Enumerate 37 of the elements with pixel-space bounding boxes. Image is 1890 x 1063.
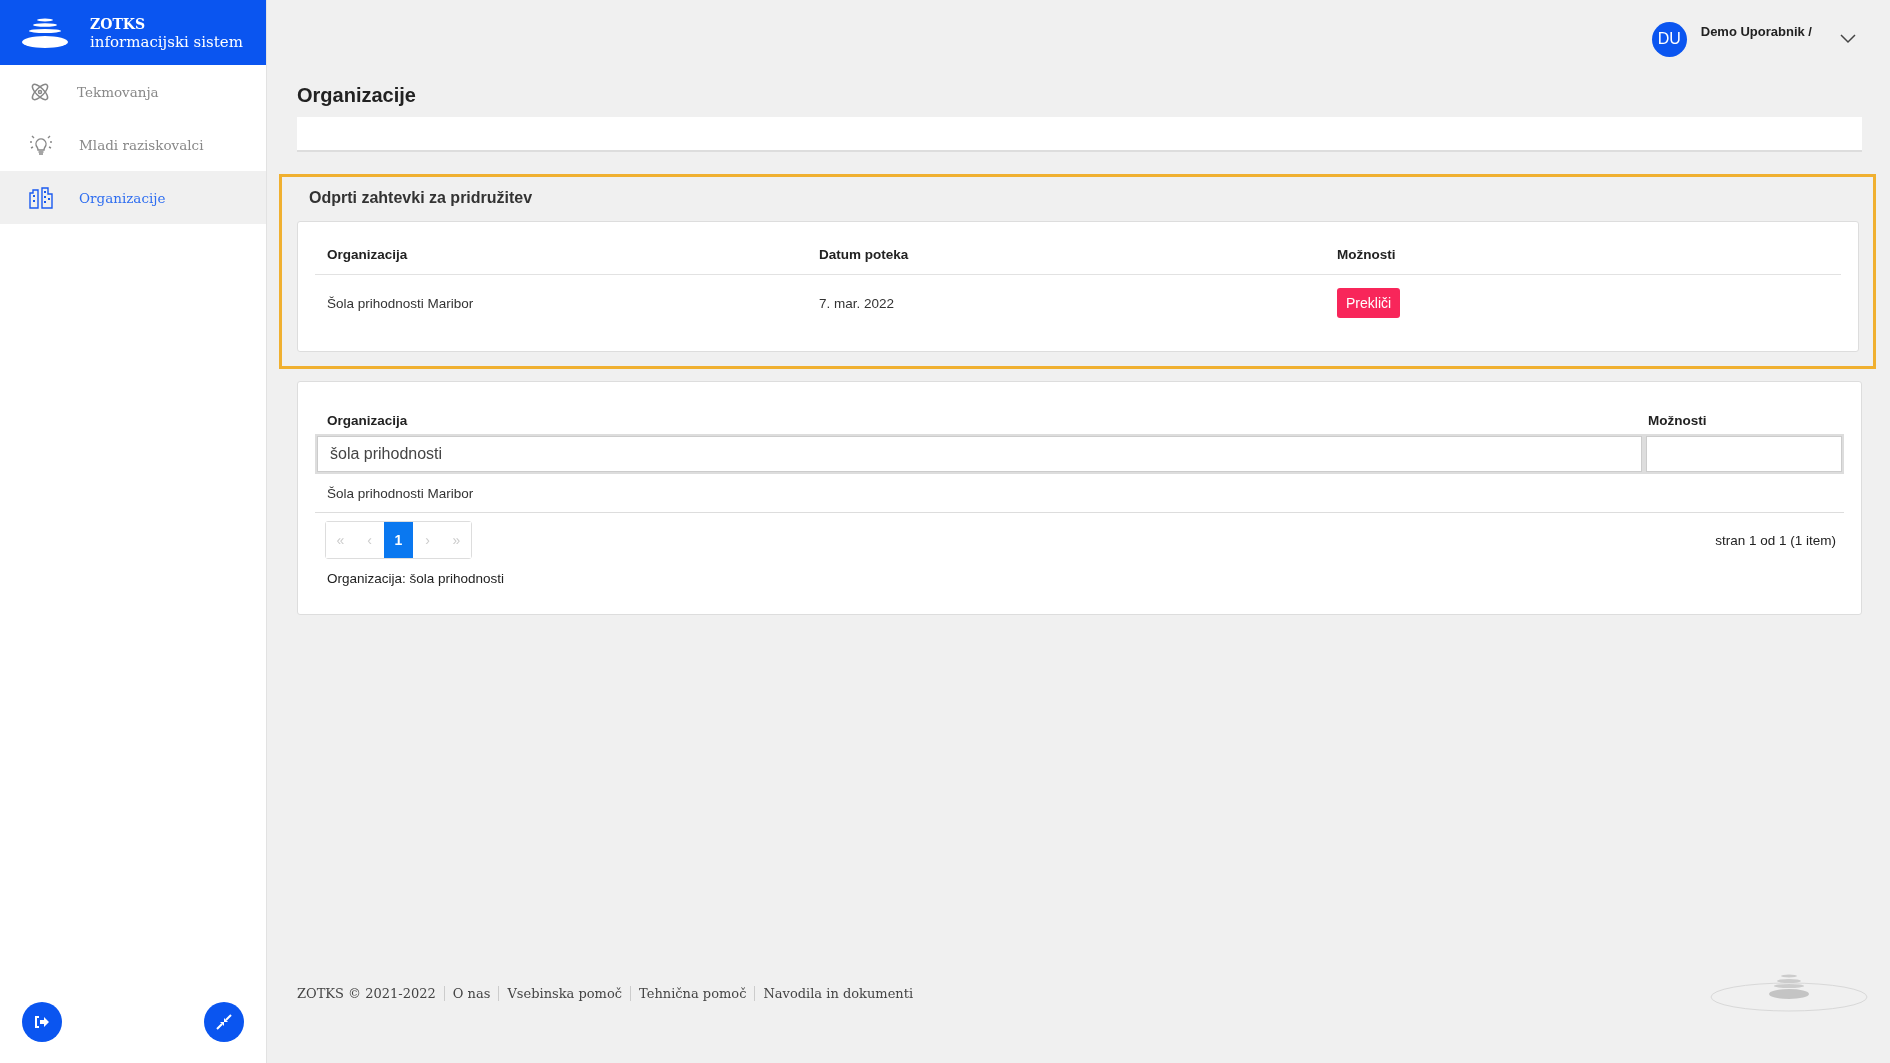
logout-button[interactable] [22,1002,62,1042]
footer-link[interactable]: Navodila in dokumenti [754,985,922,1001]
sidebar-item[interactable]: Mladi raziskovalci [0,118,266,171]
table-cell-text: 7. mar. 2022 [819,295,896,311]
filter-field[interactable]: šola prihodnosti [317,436,1642,472]
lightbulb-icon [29,133,53,156]
page-title: Organizacije [297,84,417,107]
cancel-button[interactable]: Prekliči [1337,288,1401,318]
logo-icon [20,16,70,49]
table-cell-text: Šola prihodnosti Maribor [327,295,475,311]
user-name[interactable]: Demo Uporabnik / [1700,24,1812,39]
column-header: Organizacija [327,246,409,262]
column-header: Datum poteka [819,246,910,262]
logout-icon [34,1015,50,1029]
section-title: Odprti zahtevki za pridružitev [309,189,534,207]
footer-link[interactable]: O nas [443,985,499,1001]
footer-link[interactable]: ZOTKS © 2021-2022 [297,985,444,1001]
user-avatar[interactable]: DU [1651,21,1687,57]
sidebar-item[interactable]: Organizacije [0,171,266,224]
footer-link[interactable]: Vsebinska pomoč [498,985,631,1001]
column-header: Možnosti [1337,246,1397,262]
logo-icon [1710,973,1868,1013]
filter-summary: Organizacija: šola prihodnosti [327,571,506,586]
brand-name: ZOTKS [90,14,147,33]
buildings-icon [29,186,53,209]
sidebar-item[interactable]: Tekmovanja [0,65,266,118]
page-button[interactable]: 1 [384,522,413,558]
collapse-button[interactable] [204,1002,244,1042]
page-info: stran 1 od 1 (1 item) [1715,532,1836,548]
chevron-down-icon[interactable] [1840,34,1856,44]
column-header: Organizacija [326,413,409,428]
collapse-icon [216,1014,232,1030]
column-header: Možnosti [1648,413,1708,428]
table-cell: Šola prihodnosti Maribor [327,485,474,501]
brand-subtitle: informacijski sistem [90,32,243,51]
footer-link[interactable]: Tehnična pomoč [630,985,755,1001]
filter-field[interactable] [1646,436,1842,472]
